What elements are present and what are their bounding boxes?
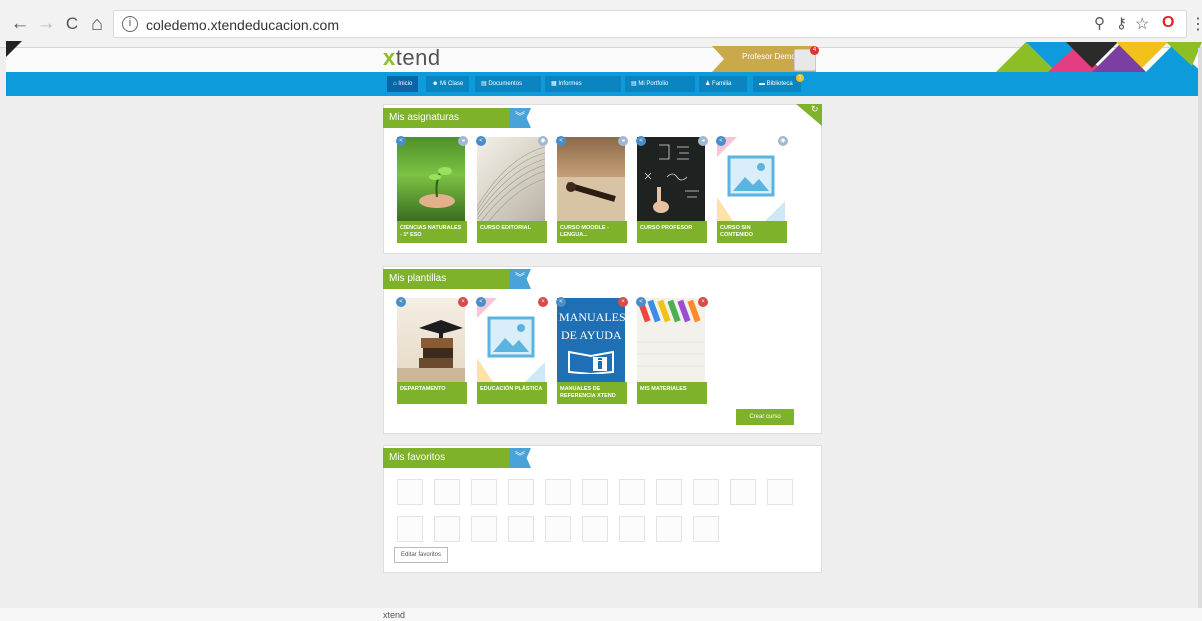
favorite-slot[interactable] bbox=[656, 516, 682, 542]
favorite-slot[interactable] bbox=[619, 479, 645, 505]
favorite-slot[interactable] bbox=[397, 479, 423, 505]
manual-title-line2: DE AYUDA bbox=[561, 328, 622, 342]
template-thumbnail[interactable] bbox=[637, 298, 705, 382]
browser-toolbar: ← → C ⌂ i coledemo.xtendeducacion.com ⚲ … bbox=[0, 0, 1202, 48]
favorite-slot[interactable] bbox=[582, 479, 608, 505]
share-icon[interactable]: < bbox=[476, 297, 486, 307]
favorite-slot[interactable] bbox=[434, 479, 460, 505]
asignaturas-title: Mis asignaturas bbox=[383, 108, 509, 128]
nav-item-biblioteca[interactable]: ▬ Biblioteca bbox=[753, 76, 801, 92]
manual-title-line1: MANUALES bbox=[559, 310, 625, 324]
favorite-slot[interactable] bbox=[767, 479, 793, 505]
template-label[interactable]: MIS MATERIALES bbox=[637, 382, 707, 404]
share-icon[interactable]: < bbox=[396, 136, 406, 146]
forward-icon[interactable]: → bbox=[36, 12, 56, 36]
share-icon[interactable]: < bbox=[636, 136, 646, 146]
template-thumbnail[interactable]: MANUALES DE AYUDA bbox=[557, 298, 625, 382]
course-label[interactable]: CURSO MOODLE - LENGUA... bbox=[557, 221, 627, 243]
delete-icon[interactable]: × bbox=[458, 297, 468, 307]
course-thumbnail[interactable] bbox=[557, 137, 625, 221]
template-label[interactable]: DEPARTAMENTO bbox=[397, 382, 467, 404]
course-label[interactable]: CURSO PROFESOR bbox=[637, 221, 707, 243]
favorite-slot[interactable] bbox=[693, 516, 719, 542]
share-icon[interactable]: < bbox=[556, 136, 566, 146]
favorite-slot[interactable] bbox=[545, 479, 571, 505]
share-icon[interactable]: < bbox=[556, 297, 566, 307]
zoom-icon[interactable]: ⚲ bbox=[1094, 14, 1105, 32]
course-label[interactable]: CURSO EDITORIAL bbox=[477, 221, 547, 243]
library-icon: ▬ bbox=[759, 81, 767, 87]
nav-item-familia[interactable]: ♟ Familia bbox=[699, 76, 747, 92]
template-label[interactable]: EDUCACIÓN PLÁSTICA bbox=[477, 382, 547, 404]
book-info-icon bbox=[568, 350, 614, 374]
favorite-slot[interactable] bbox=[471, 479, 497, 505]
course-thumbnail[interactable] bbox=[477, 137, 545, 221]
eye-icon[interactable]: ◉ bbox=[778, 136, 788, 146]
url-text[interactable]: coledemo.xtendeducacion.com bbox=[146, 17, 339, 33]
favorite-slot[interactable] bbox=[582, 516, 608, 542]
nav-item-mi-portfolio[interactable]: ▤ Mi Portfolio bbox=[625, 76, 695, 92]
refresh-icon[interactable]: ↻ bbox=[811, 104, 819, 115]
share-icon[interactable]: < bbox=[716, 136, 726, 146]
footer: xtend bbox=[0, 608, 1202, 621]
course-label[interactable]: CURSO SIN CONTENIDO bbox=[717, 221, 787, 243]
library-badge: 1 bbox=[796, 74, 804, 82]
favorite-slot[interactable] bbox=[397, 516, 423, 542]
opera-icon[interactable]: O bbox=[1162, 14, 1174, 32]
nav-item-mi-clase[interactable]: ☻ Mi Clase bbox=[426, 76, 470, 92]
back-icon[interactable]: ← bbox=[10, 12, 30, 36]
notification-badge[interactable]: 4 bbox=[810, 46, 819, 55]
xtend-logo[interactable]: xtend bbox=[383, 45, 441, 71]
course-thumbnail[interactable] bbox=[717, 137, 785, 221]
template-thumbnail[interactable] bbox=[477, 298, 545, 382]
share-icon[interactable]: < bbox=[396, 297, 406, 307]
nav-item-inicio[interactable]: ⌂ Inicio bbox=[387, 76, 419, 92]
favorite-slot[interactable] bbox=[619, 516, 645, 542]
header-pattern-decoration bbox=[996, 42, 1202, 72]
course-thumbnail[interactable] bbox=[637, 137, 705, 221]
password-key-icon[interactable]: ⚷ bbox=[1116, 14, 1127, 32]
create-course-button[interactable]: Crear curso bbox=[736, 409, 794, 425]
delete-icon[interactable]: × bbox=[698, 297, 708, 307]
course-label[interactable]: CIENCIAS NATURALES - 1º ESO bbox=[397, 221, 467, 243]
sound-icon[interactable]: ◂ bbox=[458, 136, 468, 146]
favorite-slot[interactable] bbox=[508, 516, 534, 542]
share-icon[interactable]: < bbox=[476, 136, 486, 146]
address-bar[interactable]: i coledemo.xtendeducacion.com bbox=[113, 10, 1187, 38]
share-icon[interactable]: < bbox=[636, 297, 646, 307]
course-thumbnail[interactable] bbox=[397, 137, 465, 221]
site-info-icon[interactable]: i bbox=[122, 16, 138, 32]
edit-favorites-button[interactable]: Editar favoritos bbox=[394, 547, 448, 563]
plantillas-title: Mis plantillas bbox=[383, 269, 509, 289]
home-icon[interactable]: ⌂ bbox=[87, 12, 107, 36]
favorite-slot[interactable] bbox=[693, 479, 719, 505]
template-thumbnail[interactable] bbox=[397, 298, 465, 382]
reload-icon[interactable]: C bbox=[62, 12, 82, 36]
favorite-slot[interactable] bbox=[656, 479, 682, 505]
sound-icon[interactable]: ◂ bbox=[618, 136, 628, 146]
favorite-slot[interactable] bbox=[508, 479, 534, 505]
corner-decoration bbox=[6, 41, 22, 57]
sound-icon[interactable]: ◂ bbox=[698, 136, 708, 146]
delete-icon[interactable]: × bbox=[618, 297, 628, 307]
delete-icon[interactable]: × bbox=[538, 297, 548, 307]
nav-item-documentos[interactable]: ▤ Documentos bbox=[475, 76, 541, 92]
footer-logo: xtend bbox=[383, 610, 406, 620]
template-label[interactable]: MANUALES DE REFERENCIA XTEND bbox=[557, 382, 627, 404]
users-icon: ☻ bbox=[432, 81, 440, 87]
menu-icon[interactable]: ⋮ bbox=[1190, 14, 1202, 34]
favorite-slot[interactable] bbox=[730, 479, 756, 505]
favorite-slot[interactable] bbox=[545, 516, 571, 542]
favorite-slot[interactable] bbox=[471, 516, 497, 542]
favoritos-title: Mis favoritos bbox=[383, 448, 509, 468]
favorite-slot[interactable] bbox=[434, 516, 460, 542]
user-name[interactable]: Profesor Demo bbox=[742, 52, 796, 61]
scrollbar[interactable] bbox=[1198, 48, 1202, 608]
family-icon: ♟ bbox=[705, 81, 713, 87]
bookmark-star-icon[interactable]: ☆ bbox=[1135, 14, 1149, 34]
eye-icon[interactable]: ◉ bbox=[538, 136, 548, 146]
nav-item-informes[interactable]: ▦ Informes bbox=[545, 76, 621, 92]
